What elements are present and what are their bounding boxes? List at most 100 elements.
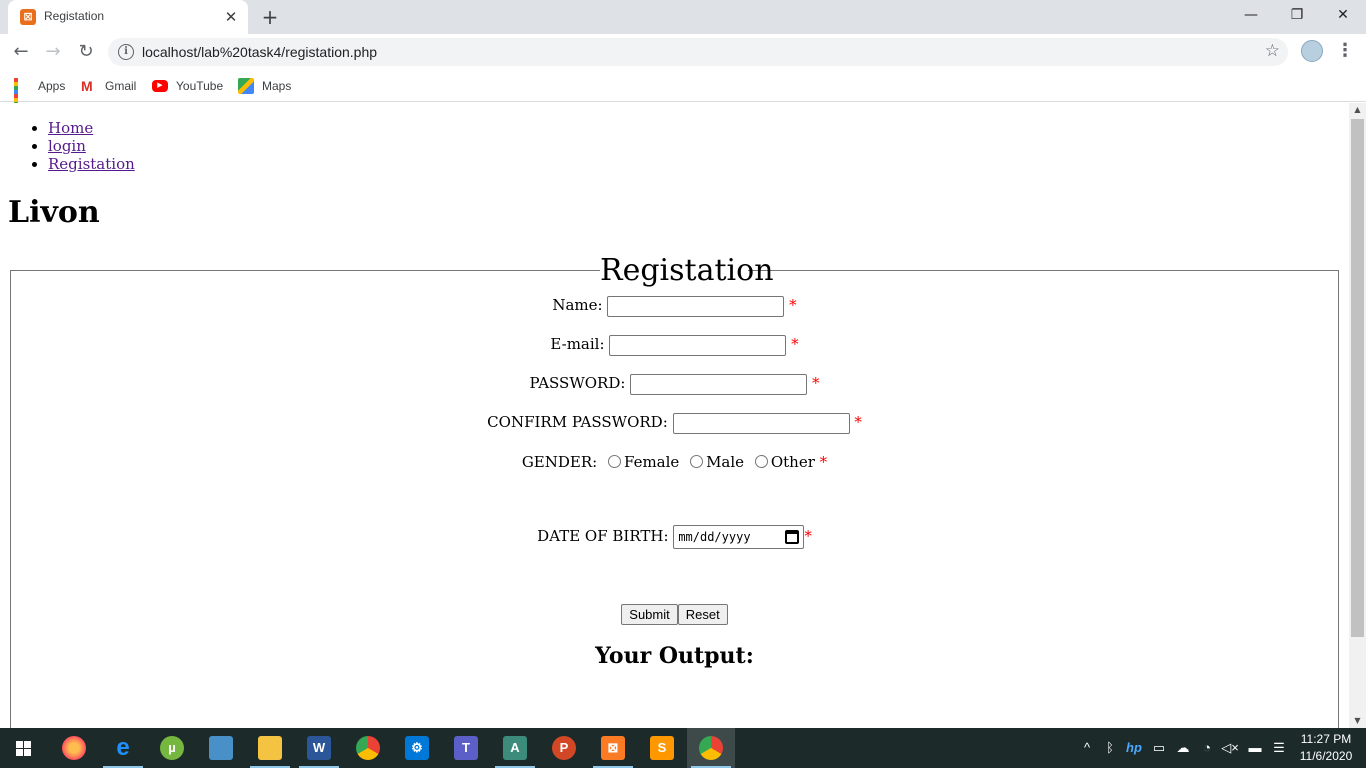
taskbar-settings[interactable]: ⚙ xyxy=(393,728,441,768)
device-icon[interactable]: ▭ xyxy=(1150,728,1168,768)
dob-date-input[interactable]: mm/dd/yyyy xyxy=(673,525,805,549)
sublime-text-icon: S xyxy=(650,736,674,760)
taskbar-explorer[interactable] xyxy=(197,728,245,768)
taskbar-chrome-active[interactable] xyxy=(687,728,735,768)
tab-close-icon[interactable]: ✕ xyxy=(222,8,240,26)
anaconda-icon: A xyxy=(503,736,527,760)
dob-row: DATE OF BIRTH: mm/dd/yyyy * xyxy=(0,525,1349,549)
password-row: PASSWORD: * xyxy=(0,372,1349,395)
new-tab-button[interactable]: + xyxy=(258,6,282,28)
bookmark-label: Gmail xyxy=(105,79,137,93)
vertical-scrollbar[interactable]: ▲ ▼ xyxy=(1349,103,1366,728)
gender-other-radio[interactable] xyxy=(754,455,768,468)
tray-chevron-up-icon[interactable]: ^ xyxy=(1078,728,1096,768)
apps-grid-icon xyxy=(14,78,30,114)
xampp-icon: ⊠ xyxy=(601,736,625,760)
wifi-icon[interactable]: ◔ xyxy=(1198,728,1216,768)
scroll-up-arrow-icon[interactable]: ▲ xyxy=(1349,103,1366,117)
taskbar-xampp[interactable]: ⊠ xyxy=(589,728,637,768)
volume-muted-icon[interactable]: ◁× xyxy=(1220,728,1240,768)
bookmark-apps[interactable]: Apps xyxy=(14,76,65,114)
taskbar-clock[interactable]: 11:27 PM 11/6/2020 xyxy=(1294,731,1358,765)
required-marker: * xyxy=(791,335,799,353)
menu-kebab-icon[interactable]: ⋮ xyxy=(1336,40,1354,64)
address-url[interactable]: localhost/lab%20task4/registation.php xyxy=(142,44,377,60)
reload-icon[interactable]: ↻ xyxy=(74,40,98,64)
close-window-button[interactable]: ✕ xyxy=(1320,0,1366,30)
utorrent-icon: µ xyxy=(160,736,184,760)
reset-button[interactable]: Reset xyxy=(677,603,728,625)
taskbar-sublime[interactable]: S xyxy=(638,728,686,768)
notifications-icon[interactable]: ☰ xyxy=(1269,728,1289,768)
confirm-password-row: CONFIRM PASSWORD: * xyxy=(0,411,1349,434)
buttons-row: Submit Reset xyxy=(0,602,1349,625)
word-icon: W xyxy=(307,736,331,760)
bluetooth-icon[interactable]: ᛒ xyxy=(1102,728,1118,768)
hp-icon[interactable]: hp xyxy=(1124,728,1144,768)
taskbar-chrome[interactable] xyxy=(344,728,392,768)
start-button[interactable] xyxy=(0,728,48,768)
dob-placeholder: mm/dd/yyyy xyxy=(678,530,751,544)
password-label: PASSWORD: xyxy=(529,374,626,392)
battery-icon[interactable]: ▬ xyxy=(1245,728,1265,768)
required-marker: * xyxy=(819,453,828,471)
browser-tab[interactable]: ⊠ Registation ✕ xyxy=(8,0,248,34)
gender-male-radio[interactable] xyxy=(690,455,704,468)
name-input[interactable] xyxy=(607,295,785,317)
submit-button[interactable]: Submit xyxy=(621,603,678,625)
gender-label: GENDER: xyxy=(521,453,598,471)
firefox-icon xyxy=(62,736,86,760)
name-row: Name: * xyxy=(0,294,1349,317)
taskbar-powerpoint[interactable]: P xyxy=(540,728,588,768)
site-nav: Home login Registation xyxy=(0,119,135,173)
calendar-icon[interactable] xyxy=(785,530,800,544)
bookmark-maps[interactable]: Maps xyxy=(238,76,291,96)
windows-taskbar: e µ W ⚙ T A P ⊠ S ^ ᛒ hp ▭ ☁ ◔ ◁× ▬ ☰ 11… xyxy=(0,728,1366,768)
taskbar-anaconda[interactable]: A xyxy=(491,728,539,768)
bookmark-youtube[interactable]: ▶ YouTube xyxy=(152,76,223,96)
powerpoint-icon: P xyxy=(552,736,576,760)
dob-label: DATE OF BIRTH: xyxy=(537,527,669,545)
scroll-thumb[interactable] xyxy=(1351,119,1364,637)
profile-avatar[interactable] xyxy=(1301,40,1323,62)
nav-link-home[interactable]: Home xyxy=(48,119,93,137)
taskbar-utorrent[interactable]: µ xyxy=(148,728,196,768)
restore-button[interactable]: ❐ xyxy=(1274,0,1320,30)
minimize-button[interactable]: — xyxy=(1228,0,1274,30)
fieldset-border xyxy=(10,270,600,271)
nav-link-registation[interactable]: Registation xyxy=(48,155,135,173)
taskbar-word[interactable]: W xyxy=(295,728,343,768)
chrome-icon xyxy=(356,736,380,760)
bookmark-label: YouTube xyxy=(176,79,224,93)
windows-logo-icon xyxy=(16,741,32,756)
maps-icon xyxy=(238,78,254,94)
scroll-down-arrow-icon[interactable]: ▼ xyxy=(1349,714,1366,728)
clock-date: 11/6/2020 xyxy=(1299,749,1353,763)
bookmarks-bar: Apps M Gmail ▶ YouTube Maps xyxy=(0,70,1366,114)
taskbar-teams[interactable]: T xyxy=(442,728,490,768)
forward-arrow-icon[interactable]: → xyxy=(41,40,65,64)
nav-item-registation: Registation xyxy=(48,155,135,173)
bookmark-gmail[interactable]: M Gmail xyxy=(81,76,136,96)
confirm-password-label: CONFIRM PASSWORD: xyxy=(487,413,668,431)
email-input[interactable] xyxy=(609,334,787,356)
gender-female-radio[interactable] xyxy=(607,455,621,468)
nav-link-login[interactable]: login xyxy=(48,137,86,155)
confirm-password-input[interactable] xyxy=(672,412,850,434)
info-icon[interactable]: i xyxy=(118,44,134,60)
email-label: E-mail: xyxy=(550,335,605,353)
gmail-icon: M xyxy=(81,78,93,94)
address-bar[interactable]: i localhost/lab%20task4/registation.php … xyxy=(108,38,1288,66)
taskbar-edge[interactable]: e xyxy=(99,728,147,768)
password-input[interactable] xyxy=(630,373,808,395)
onedrive-cloud-icon[interactable]: ☁ xyxy=(1173,728,1193,768)
email-row: E-mail: * xyxy=(0,333,1349,356)
bookmark-label: Maps xyxy=(262,79,292,93)
fieldset-border xyxy=(748,270,1339,271)
folder-icon xyxy=(258,736,282,760)
back-arrow-icon[interactable]: ← xyxy=(9,40,33,64)
taskbar-firefox[interactable] xyxy=(50,728,98,768)
taskbar-file-explorer[interactable] xyxy=(246,728,294,768)
explorer-icon xyxy=(209,736,233,760)
bookmark-star-icon[interactable]: ☆ xyxy=(1265,41,1280,61)
